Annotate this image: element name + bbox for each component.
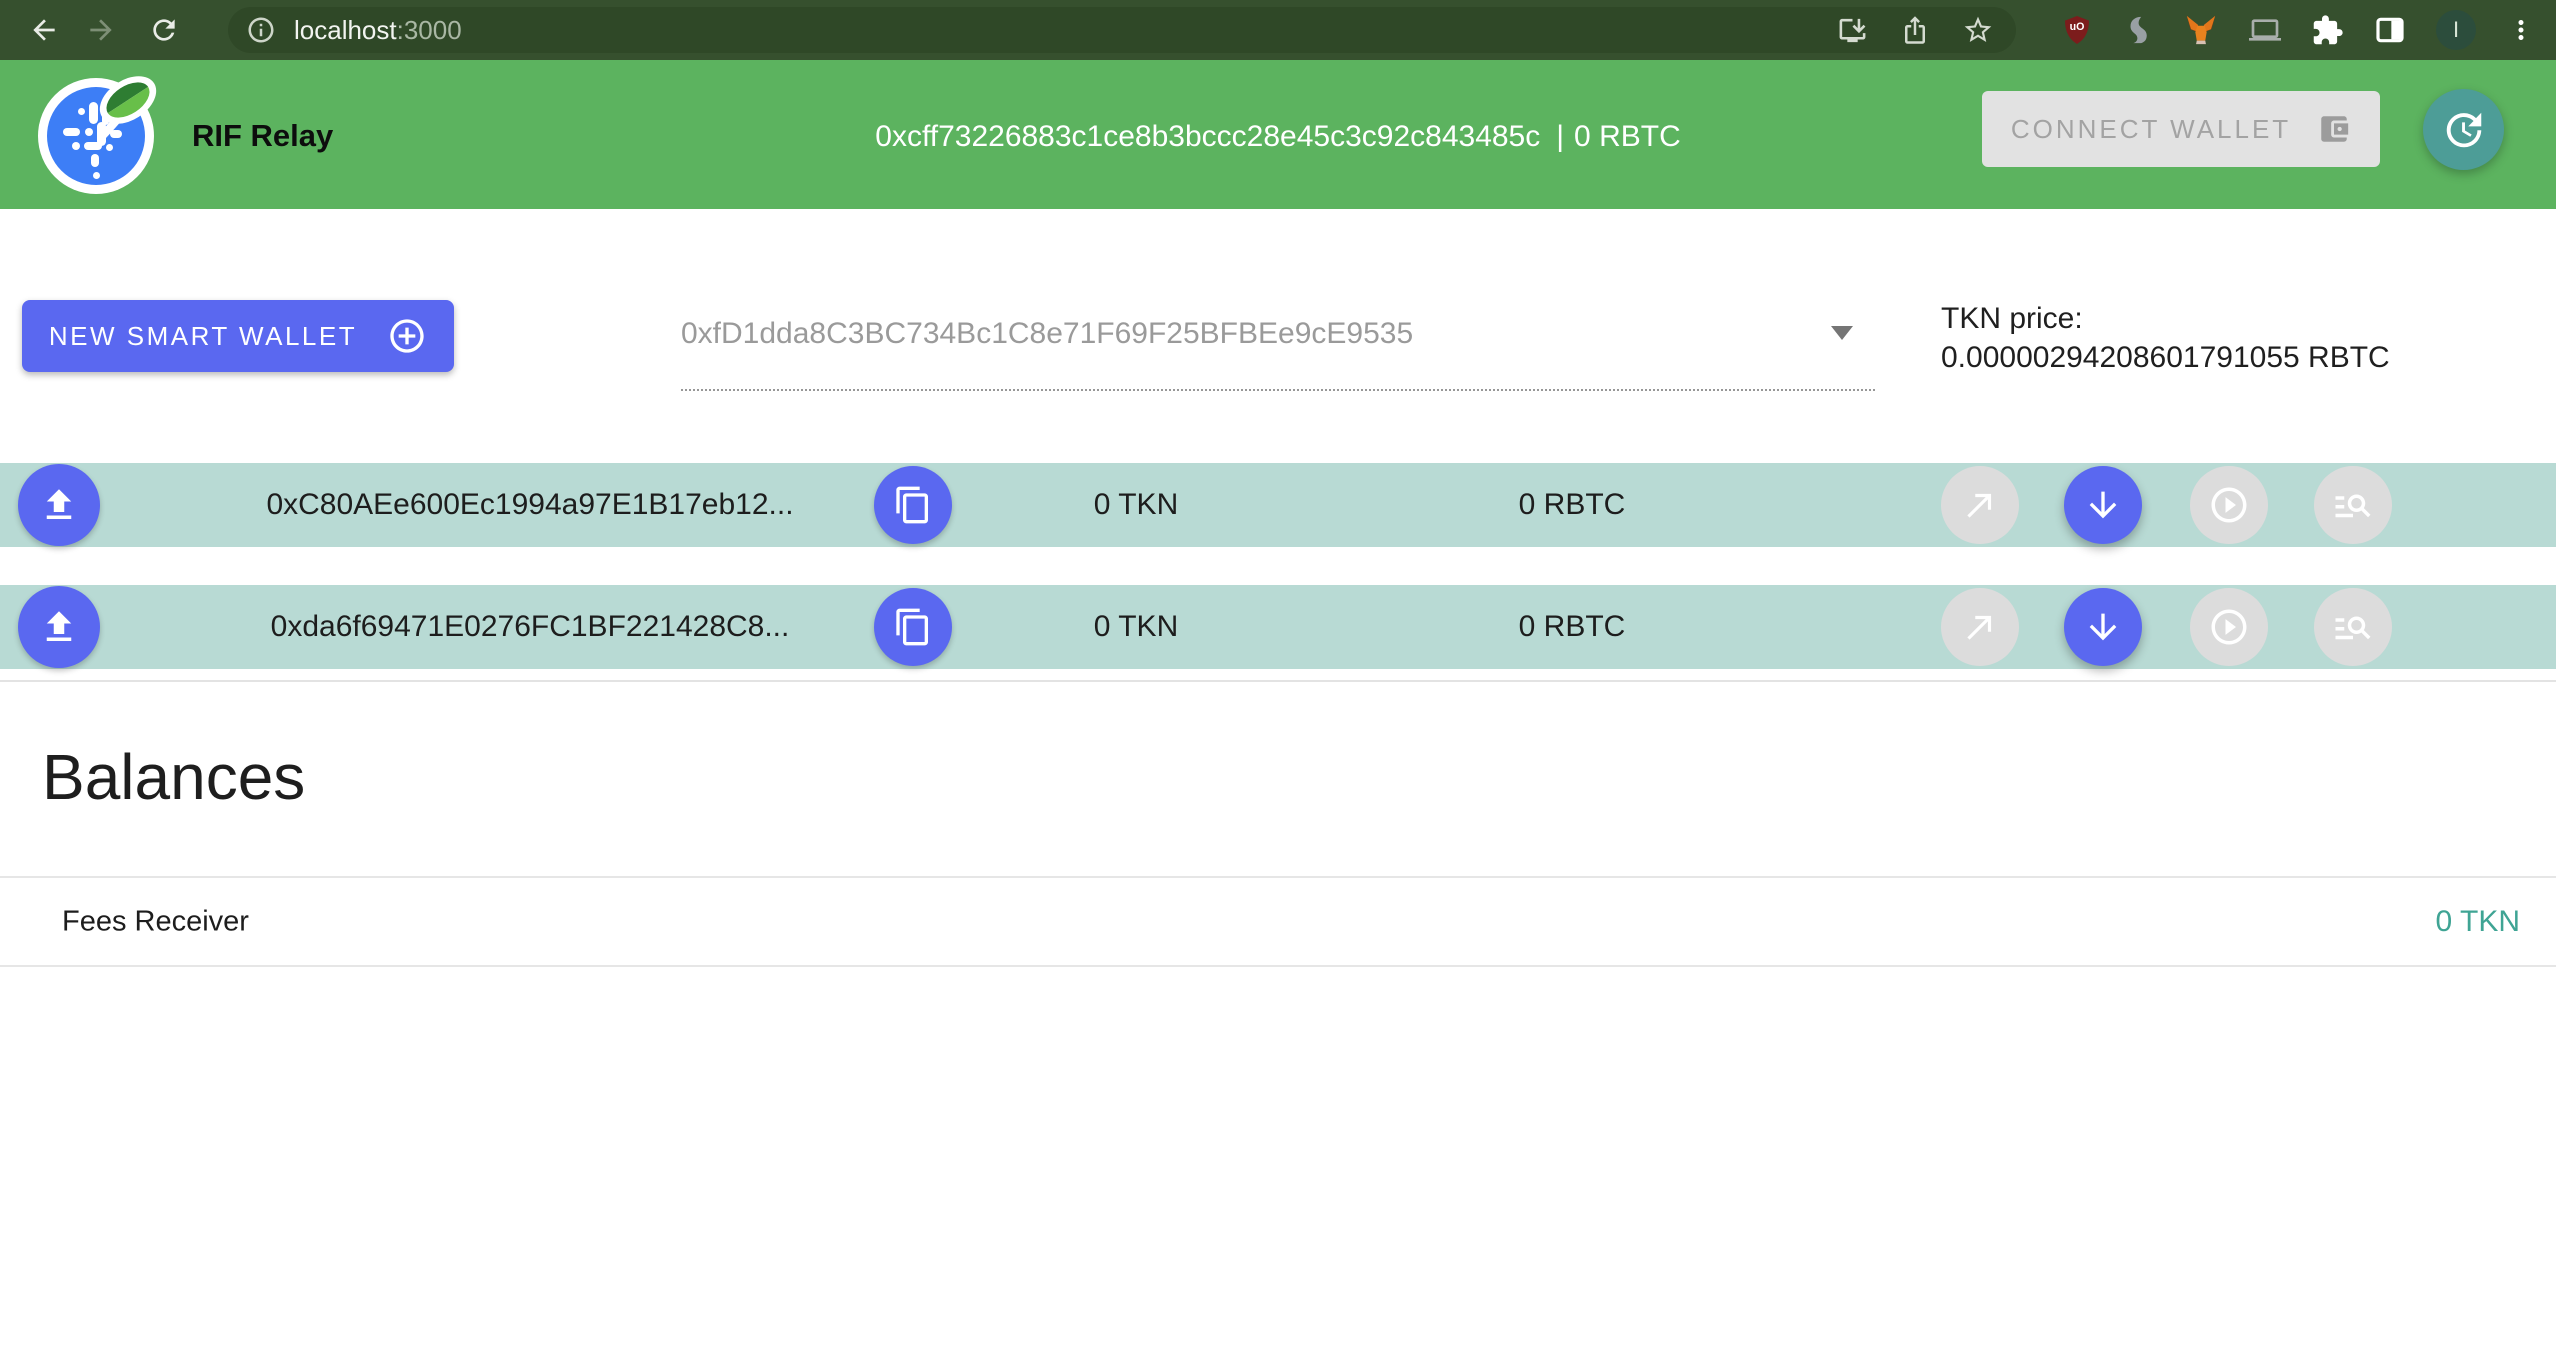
app-header: RIF Relay 0xcff73226883c1ce8b3bccc28e45c… [0, 60, 2556, 209]
copy-icon [893, 607, 933, 647]
fees-receiver-label: Fees Receiver [62, 905, 249, 938]
smart-wallet-row: 0xC80AEe600Ec1994a97E1B17eb12... 0 TKN 0… [0, 463, 2556, 547]
connect-wallet-label: CONNECT WALLET [2011, 114, 2291, 145]
arrow-down-icon [2083, 607, 2123, 647]
ublock-extension-icon[interactable]: uO [2061, 14, 2093, 46]
surfshark-extension-icon[interactable] [2123, 15, 2153, 45]
arrow-down-icon [2083, 485, 2123, 525]
fees-receiver-row: Fees Receiver 0 TKN [0, 876, 2556, 967]
omnibox-actions [1837, 14, 1994, 46]
search-transactions-button[interactable] [2314, 466, 2392, 544]
token-address-value: 0xfD1dda8C3BC734Bc1C8e71F69F25BFBEe9cE95… [681, 317, 1413, 351]
token-price: TKN price: 0.00000294208601791055 RBTC [1941, 299, 2390, 377]
search-transactions-button[interactable] [2314, 588, 2392, 666]
extensions-puzzle-icon[interactable] [2311, 14, 2344, 47]
url-host: localhost [294, 15, 397, 45]
ublock-label: uO [2070, 21, 2085, 33]
profile-initial: I [2453, 17, 2459, 43]
update-refresh-icon [2441, 107, 2487, 153]
upload-button[interactable] [18, 586, 100, 668]
fees-receiver-value: 0 TKN [2436, 905, 2520, 939]
site-info-icon[interactable] [246, 15, 276, 45]
smart-wallet-row: 0xda6f69471E0276FC1BF221428C8... 0 TKN 0… [0, 585, 2556, 669]
new-smart-wallet-label: NEW SMART WALLET [49, 321, 357, 352]
wallet-rbtc-balance: 0 RBTC [1472, 488, 1672, 522]
token-price-value: 0.00000294208601791055 RBTC [1941, 338, 2390, 377]
upload-icon [38, 606, 80, 648]
add-circle-icon [387, 316, 427, 356]
reload-button[interactable] [147, 13, 181, 47]
metamask-extension-icon[interactable] [2183, 13, 2219, 47]
search-list-icon [2332, 606, 2374, 648]
new-smart-wallet-button[interactable]: NEW SMART WALLET [22, 300, 454, 372]
wallet-icon [2317, 112, 2351, 146]
url-port: :3000 [397, 15, 462, 45]
browser-toolbar: localhost:3000 uO I [0, 0, 2556, 60]
deposit-button[interactable] [2064, 588, 2142, 666]
wallet-tkn-balance: 0 TKN [1036, 488, 1236, 522]
balances-title: Balances [42, 740, 305, 814]
browser-menu-icon[interactable] [2506, 15, 2536, 45]
upload-button[interactable] [18, 464, 100, 546]
transfer-out-button[interactable] [1941, 466, 2019, 544]
share-icon[interactable] [1900, 15, 1930, 45]
profile-avatar[interactable]: I [2436, 10, 2476, 50]
copy-address-button[interactable] [874, 466, 952, 544]
account-separator: | [1556, 120, 1564, 153]
forward-icon [85, 14, 117, 46]
install-app-icon[interactable] [1837, 15, 1868, 46]
address-bar[interactable]: localhost:3000 [228, 7, 2016, 53]
token-address-select[interactable]: 0xfD1dda8C3BC734Bc1C8e71F69F25BFBEe9cE95… [681, 300, 1875, 391]
refresh-button[interactable] [2423, 89, 2504, 170]
deposit-button[interactable] [2064, 466, 2142, 544]
screen: localhost:3000 uO I [0, 0, 2556, 1350]
chevron-down-icon [1831, 326, 1853, 340]
connect-wallet-button[interactable]: CONNECT WALLET [1982, 91, 2380, 167]
forward-button[interactable] [84, 13, 118, 47]
upload-icon [38, 484, 80, 526]
url-text: localhost:3000 [294, 15, 462, 46]
back-icon [28, 14, 60, 46]
account-address: 0xcff73226883c1ce8b3bccc28e45c3c92c84348… [875, 120, 1540, 153]
execute-button[interactable] [2190, 466, 2268, 544]
side-panel-icon[interactable] [2374, 14, 2406, 46]
copy-address-button[interactable] [874, 588, 952, 666]
wallet-rbtc-balance: 0 RBTC [1472, 610, 1672, 644]
execute-button[interactable] [2190, 588, 2268, 666]
transfer-out-button[interactable] [1941, 588, 2019, 666]
bookmark-star-icon[interactable] [1962, 14, 1994, 46]
wallet-address: 0xC80AEe600Ec1994a97E1B17eb12... [230, 488, 830, 522]
extension-area: uO I [2061, 0, 2556, 60]
wallet-tkn-balance: 0 TKN [1036, 610, 1236, 644]
section-divider [0, 680, 2556, 682]
account-balance: 0 RBTC [1574, 120, 1681, 153]
token-price-label: TKN price: [1941, 299, 2390, 338]
play-circle-icon [2208, 484, 2250, 526]
laptop-extension-icon[interactable] [2249, 14, 2281, 46]
reload-icon [148, 14, 180, 46]
wallet-address: 0xda6f69471E0276FC1BF221428C8... [230, 610, 830, 644]
arrow-up-right-icon [1961, 486, 1999, 524]
copy-icon [893, 485, 933, 525]
search-list-icon [2332, 484, 2374, 526]
arrow-up-right-icon [1961, 608, 1999, 646]
back-button[interactable] [27, 13, 61, 47]
play-circle-icon [2208, 606, 2250, 648]
